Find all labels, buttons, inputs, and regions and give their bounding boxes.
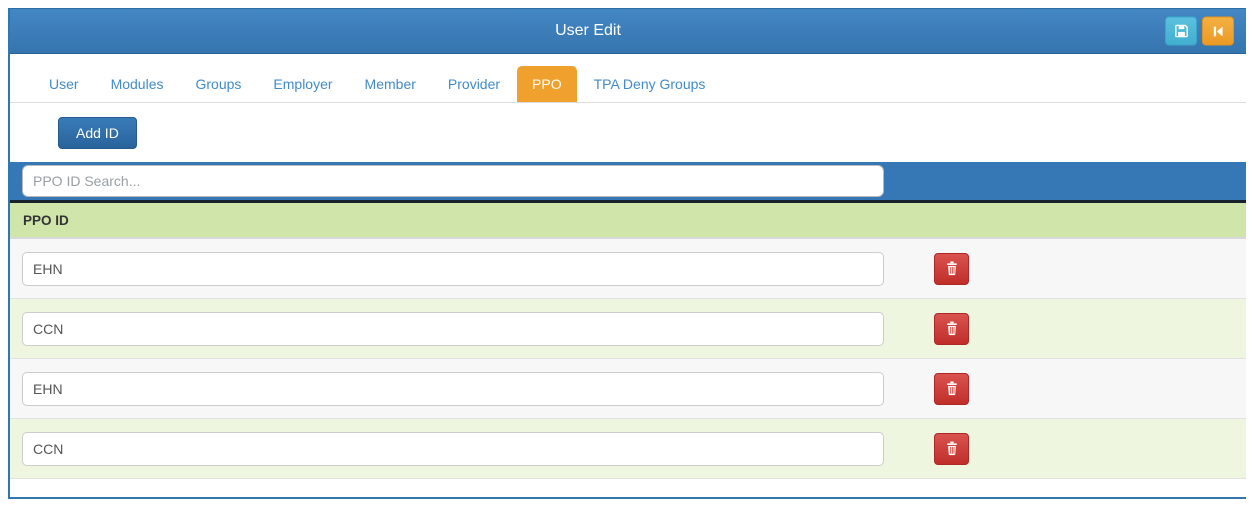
tab-modules[interactable]: Modules <box>96 66 179 102</box>
tab-groups[interactable]: Groups <box>180 66 256 102</box>
trash-icon <box>945 261 959 276</box>
add-id-button[interactable]: Add ID <box>58 117 137 149</box>
tab-employer[interactable]: Employer <box>258 66 347 102</box>
tab-user[interactable]: User <box>34 66 94 102</box>
panel-heading: User Edit <box>10 8 1246 54</box>
delete-row-button[interactable] <box>934 433 969 465</box>
ppo-id-search-input[interactable] <box>22 165 884 197</box>
tab-provider[interactable]: Provider <box>433 66 515 102</box>
ppo-id-input[interactable] <box>22 372 884 406</box>
ppo-id-input[interactable] <box>22 252 884 286</box>
table-row <box>10 239 1246 299</box>
delete-row-button[interactable] <box>934 373 969 405</box>
user-edit-panel: User Edit <box>8 8 1246 499</box>
tab-tpa-deny-groups[interactable]: TPA Deny Groups <box>579 66 721 102</box>
ppo-id-table <box>10 239 1246 479</box>
trash-icon <box>945 441 959 456</box>
tab-ppo[interactable]: PPO <box>517 66 577 102</box>
trash-icon <box>945 381 959 396</box>
tab-member[interactable]: Member <box>350 66 431 102</box>
search-strip <box>10 162 1246 203</box>
tabs-bar: User Modules Groups Employer Member Prov… <box>10 54 1246 103</box>
save-button[interactable] <box>1165 17 1197 46</box>
step-backward-icon <box>1211 24 1225 38</box>
table-row <box>10 359 1246 419</box>
ppo-id-input[interactable] <box>22 432 884 466</box>
page-title: User Edit <box>10 9 1246 53</box>
delete-row-button[interactable] <box>934 313 969 345</box>
table-row <box>10 419 1246 479</box>
save-floppy-icon <box>1174 24 1189 39</box>
table-row <box>10 299 1246 359</box>
table-column-header: PPO ID <box>10 203 1246 239</box>
add-section: Add ID <box>10 103 1246 162</box>
heading-button-group <box>1165 17 1234 46</box>
panel-bottom-filler <box>10 479 1246 497</box>
delete-row-button[interactable] <box>934 253 969 285</box>
ppo-id-column-label: PPO ID <box>23 213 69 228</box>
trash-icon <box>945 321 959 336</box>
ppo-id-input[interactable] <box>22 312 884 346</box>
back-button[interactable] <box>1202 17 1234 46</box>
